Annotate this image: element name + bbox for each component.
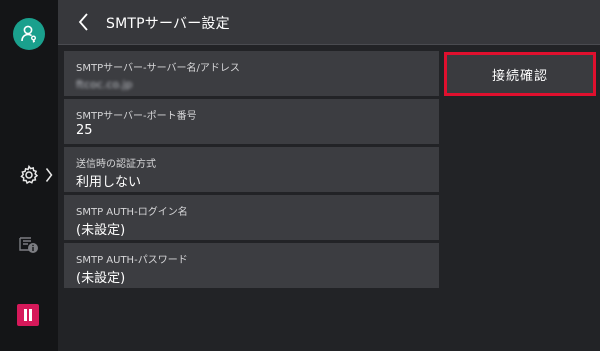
printer-info-icon: [19, 237, 38, 253]
user-key-icon: [21, 25, 36, 43]
setting-row-password[interactable]: SMTP AUTH-パスワード (未設定): [64, 243, 439, 288]
chevron-right-icon: [45, 168, 53, 182]
setting-label: SMTPサーバー-サーバー名/アドレス: [76, 63, 240, 74]
setting-value: (未設定): [76, 223, 126, 238]
setting-row-server-address[interactable]: SMTPサーバー-サーバー名/アドレス ftcoc.co.jp: [64, 51, 439, 96]
setting-value: 利用しない: [76, 175, 142, 190]
setting-label: SMTPサーバー-ポート番号: [76, 111, 197, 122]
settings-button[interactable]: [16, 162, 56, 188]
printer-status-icon: [17, 232, 41, 256]
main-panel: SMTPサーバー設定 SMTPサーバー-サーバー名/アドレス ftcoc.co.…: [58, 0, 600, 351]
setting-value: (未設定): [76, 271, 126, 286]
setting-value: 25: [76, 123, 93, 138]
setting-label: SMTP AUTH-ログイン名: [76, 207, 188, 218]
header-bar: SMTPサーバー設定: [58, 0, 600, 45]
page-title: SMTPサーバー設定: [106, 16, 230, 32]
setting-label: SMTP AUTH-パスワード: [76, 255, 188, 266]
pause-button[interactable]: [17, 304, 39, 326]
setting-row-login-name[interactable]: SMTP AUTH-ログイン名 (未設定): [64, 195, 439, 240]
gear-icon: [20, 164, 39, 185]
connection-test-button[interactable]: 接続確認: [444, 52, 596, 96]
setting-row-auth-method[interactable]: 送信時の認証方式 利用しない: [64, 147, 439, 192]
user-login-button[interactable]: [13, 18, 45, 50]
back-button[interactable]: [70, 8, 98, 36]
setting-value: ftcoc.co.jp: [76, 78, 133, 91]
sidebar: [0, 0, 58, 351]
settings-list: SMTPサーバー-サーバー名/アドレス ftcoc.co.jp SMTPサーバー…: [64, 51, 439, 291]
setting-label: 送信時の認証方式: [76, 159, 156, 170]
chevron-left-icon: [78, 13, 88, 31]
setting-row-port[interactable]: SMTPサーバー-ポート番号 25: [64, 99, 439, 144]
